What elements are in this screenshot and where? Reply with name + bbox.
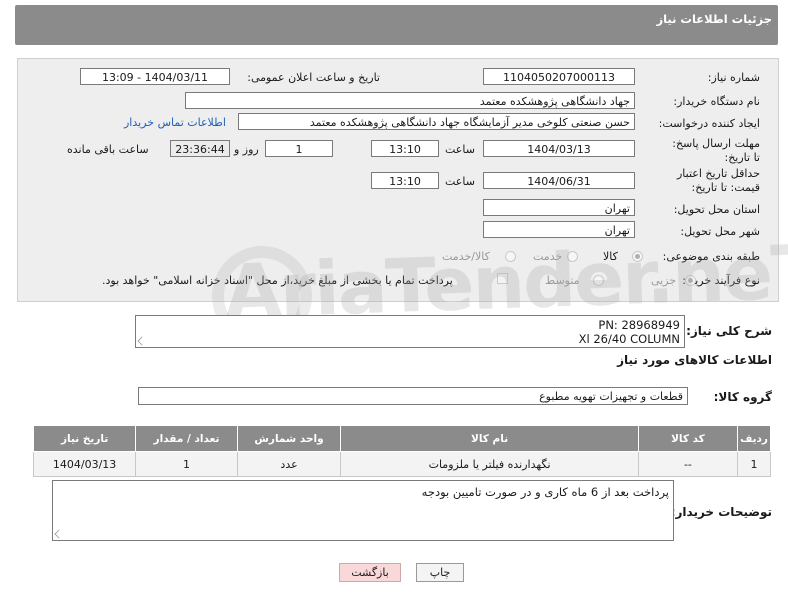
print-button[interactable]: چاپ bbox=[416, 563, 464, 582]
description-label: شرح کلی نیاز: bbox=[686, 324, 772, 338]
announce-label: تاریخ و ساعت اعلان عمومی: bbox=[247, 71, 380, 84]
category-option-goods: کالا bbox=[603, 250, 618, 263]
category-radio-goods-service[interactable] bbox=[505, 251, 516, 262]
buyer-notes-textarea[interactable]: پرداخت بعد از 6 ماه کاری و در صورت تامیی… bbox=[52, 480, 674, 541]
category-option-goods-service: کالا/خدمت bbox=[442, 250, 490, 263]
process-option-minor: جزیی bbox=[651, 274, 677, 287]
category-radio-service[interactable] bbox=[567, 251, 578, 262]
province-label: استان محل تحویل: bbox=[673, 203, 760, 216]
col-unit: واحد شمارش bbox=[236, 425, 342, 452]
category-radio-goods[interactable] bbox=[632, 251, 643, 262]
cell-date: 1404/03/13 bbox=[32, 451, 137, 477]
goods-group-field: قطعات و تجهیزات تهویه مطبوع bbox=[138, 387, 688, 405]
col-date: تاریخ نیاز bbox=[32, 425, 137, 452]
cell-unit: عدد bbox=[236, 451, 342, 477]
category-label: طبقه بندی موضوعی: bbox=[662, 250, 760, 263]
goods-section-title: اطلاعات کالاهای مورد نیاز bbox=[617, 353, 772, 367]
need-number-label: شماره نیاز: bbox=[707, 71, 760, 84]
city-label: شهر محل تحویل: bbox=[680, 225, 760, 238]
days-label: روز و bbox=[234, 143, 259, 156]
col-row: ردیف bbox=[737, 425, 771, 452]
payment-note: پرداخت تمام یا بخشی از مبلغ خرید،از محل … bbox=[102, 274, 453, 287]
price-time-field: 13:10 bbox=[371, 172, 439, 189]
price-time-label: ساعت bbox=[445, 175, 475, 188]
buyer-org-label: نام دستگاه خریدار: bbox=[673, 95, 760, 108]
description-line-2: Xl 26/40 COLUMN bbox=[578, 332, 680, 346]
deadline-time-label: ساعت bbox=[445, 143, 475, 156]
buyer-org-field: جهاد دانشگاهی پژوهشکده معتمد bbox=[185, 92, 635, 109]
col-qty: تعداد / مقدار bbox=[135, 425, 238, 452]
cell-qty: 1 bbox=[135, 451, 238, 477]
process-option-medium: متوسط bbox=[545, 274, 580, 287]
buyer-contact-link[interactable]: اطلاعات تماس خریدار bbox=[124, 116, 226, 129]
goods-group-label: گروه کالا: bbox=[713, 390, 772, 404]
back-button[interactable]: بازگشت bbox=[339, 563, 401, 582]
table-row: 1 -- نگهدارنده فیلتر یا ملزومات عدد 1 14… bbox=[32, 451, 771, 477]
deadline-date-field: 1404/03/13 bbox=[483, 140, 635, 157]
cell-code: -- bbox=[637, 451, 739, 477]
col-code: کد کالا bbox=[637, 425, 739, 452]
buyer-notes-label: توضیحات خریدار: bbox=[670, 505, 772, 519]
remaining-time-field: 23:36:44 bbox=[170, 140, 230, 157]
cell-row: 1 bbox=[737, 451, 771, 477]
price-date-field: 1404/06/31 bbox=[483, 172, 635, 189]
goods-table: ردیف کد کالا نام کالا واحد شمارش تعداد /… bbox=[32, 425, 771, 477]
remaining-time-label: ساعت باقی مانده bbox=[67, 143, 149, 156]
city-field: تهران bbox=[483, 221, 635, 238]
treasury-checkbox[interactable] bbox=[497, 273, 508, 284]
buyer-notes-text: پرداخت بعد از 6 ماه کاری و در صورت تامیی… bbox=[421, 485, 669, 499]
table-header-row: ردیف کد کالا نام کالا واحد شمارش تعداد /… bbox=[32, 425, 771, 452]
deadline-label: مهلت ارسال پاسخ: تا تاریخ: bbox=[672, 137, 760, 164]
resize-handle-icon[interactable] bbox=[137, 336, 147, 346]
creator-field: حسن صنعتی کلوخی مدیر آزمایشگاه جهاد دانش… bbox=[238, 113, 635, 130]
cell-name: نگهدارنده فیلتر یا ملزومات bbox=[340, 451, 639, 477]
price-validity-label: حداقل تاریخ اعتبار قیمت: تا تاریخ: bbox=[676, 167, 760, 194]
description-textarea[interactable]: PN: 28968949 Xl 26/40 COLUMN bbox=[135, 315, 685, 348]
col-name: نام کالا bbox=[340, 425, 639, 452]
resize-handle-icon[interactable] bbox=[54, 529, 64, 539]
need-number-field: 1104050207000113 bbox=[483, 68, 635, 85]
deadline-time-field: 13:10 bbox=[371, 140, 439, 157]
category-option-service: خدمت bbox=[533, 250, 563, 263]
page-title: جزئیات اطلاعات نیاز bbox=[656, 12, 772, 26]
description-line-1: PN: 28968949 bbox=[598, 318, 680, 332]
process-radio-medium[interactable] bbox=[593, 275, 604, 286]
days-field: 1 bbox=[265, 140, 333, 157]
process-radio-minor[interactable] bbox=[685, 275, 696, 286]
creator-label: ایجاد کننده درخواست: bbox=[658, 117, 760, 130]
announce-field: 1404/03/11 - 13:09 bbox=[80, 68, 230, 85]
province-field: تهران bbox=[483, 199, 635, 216]
